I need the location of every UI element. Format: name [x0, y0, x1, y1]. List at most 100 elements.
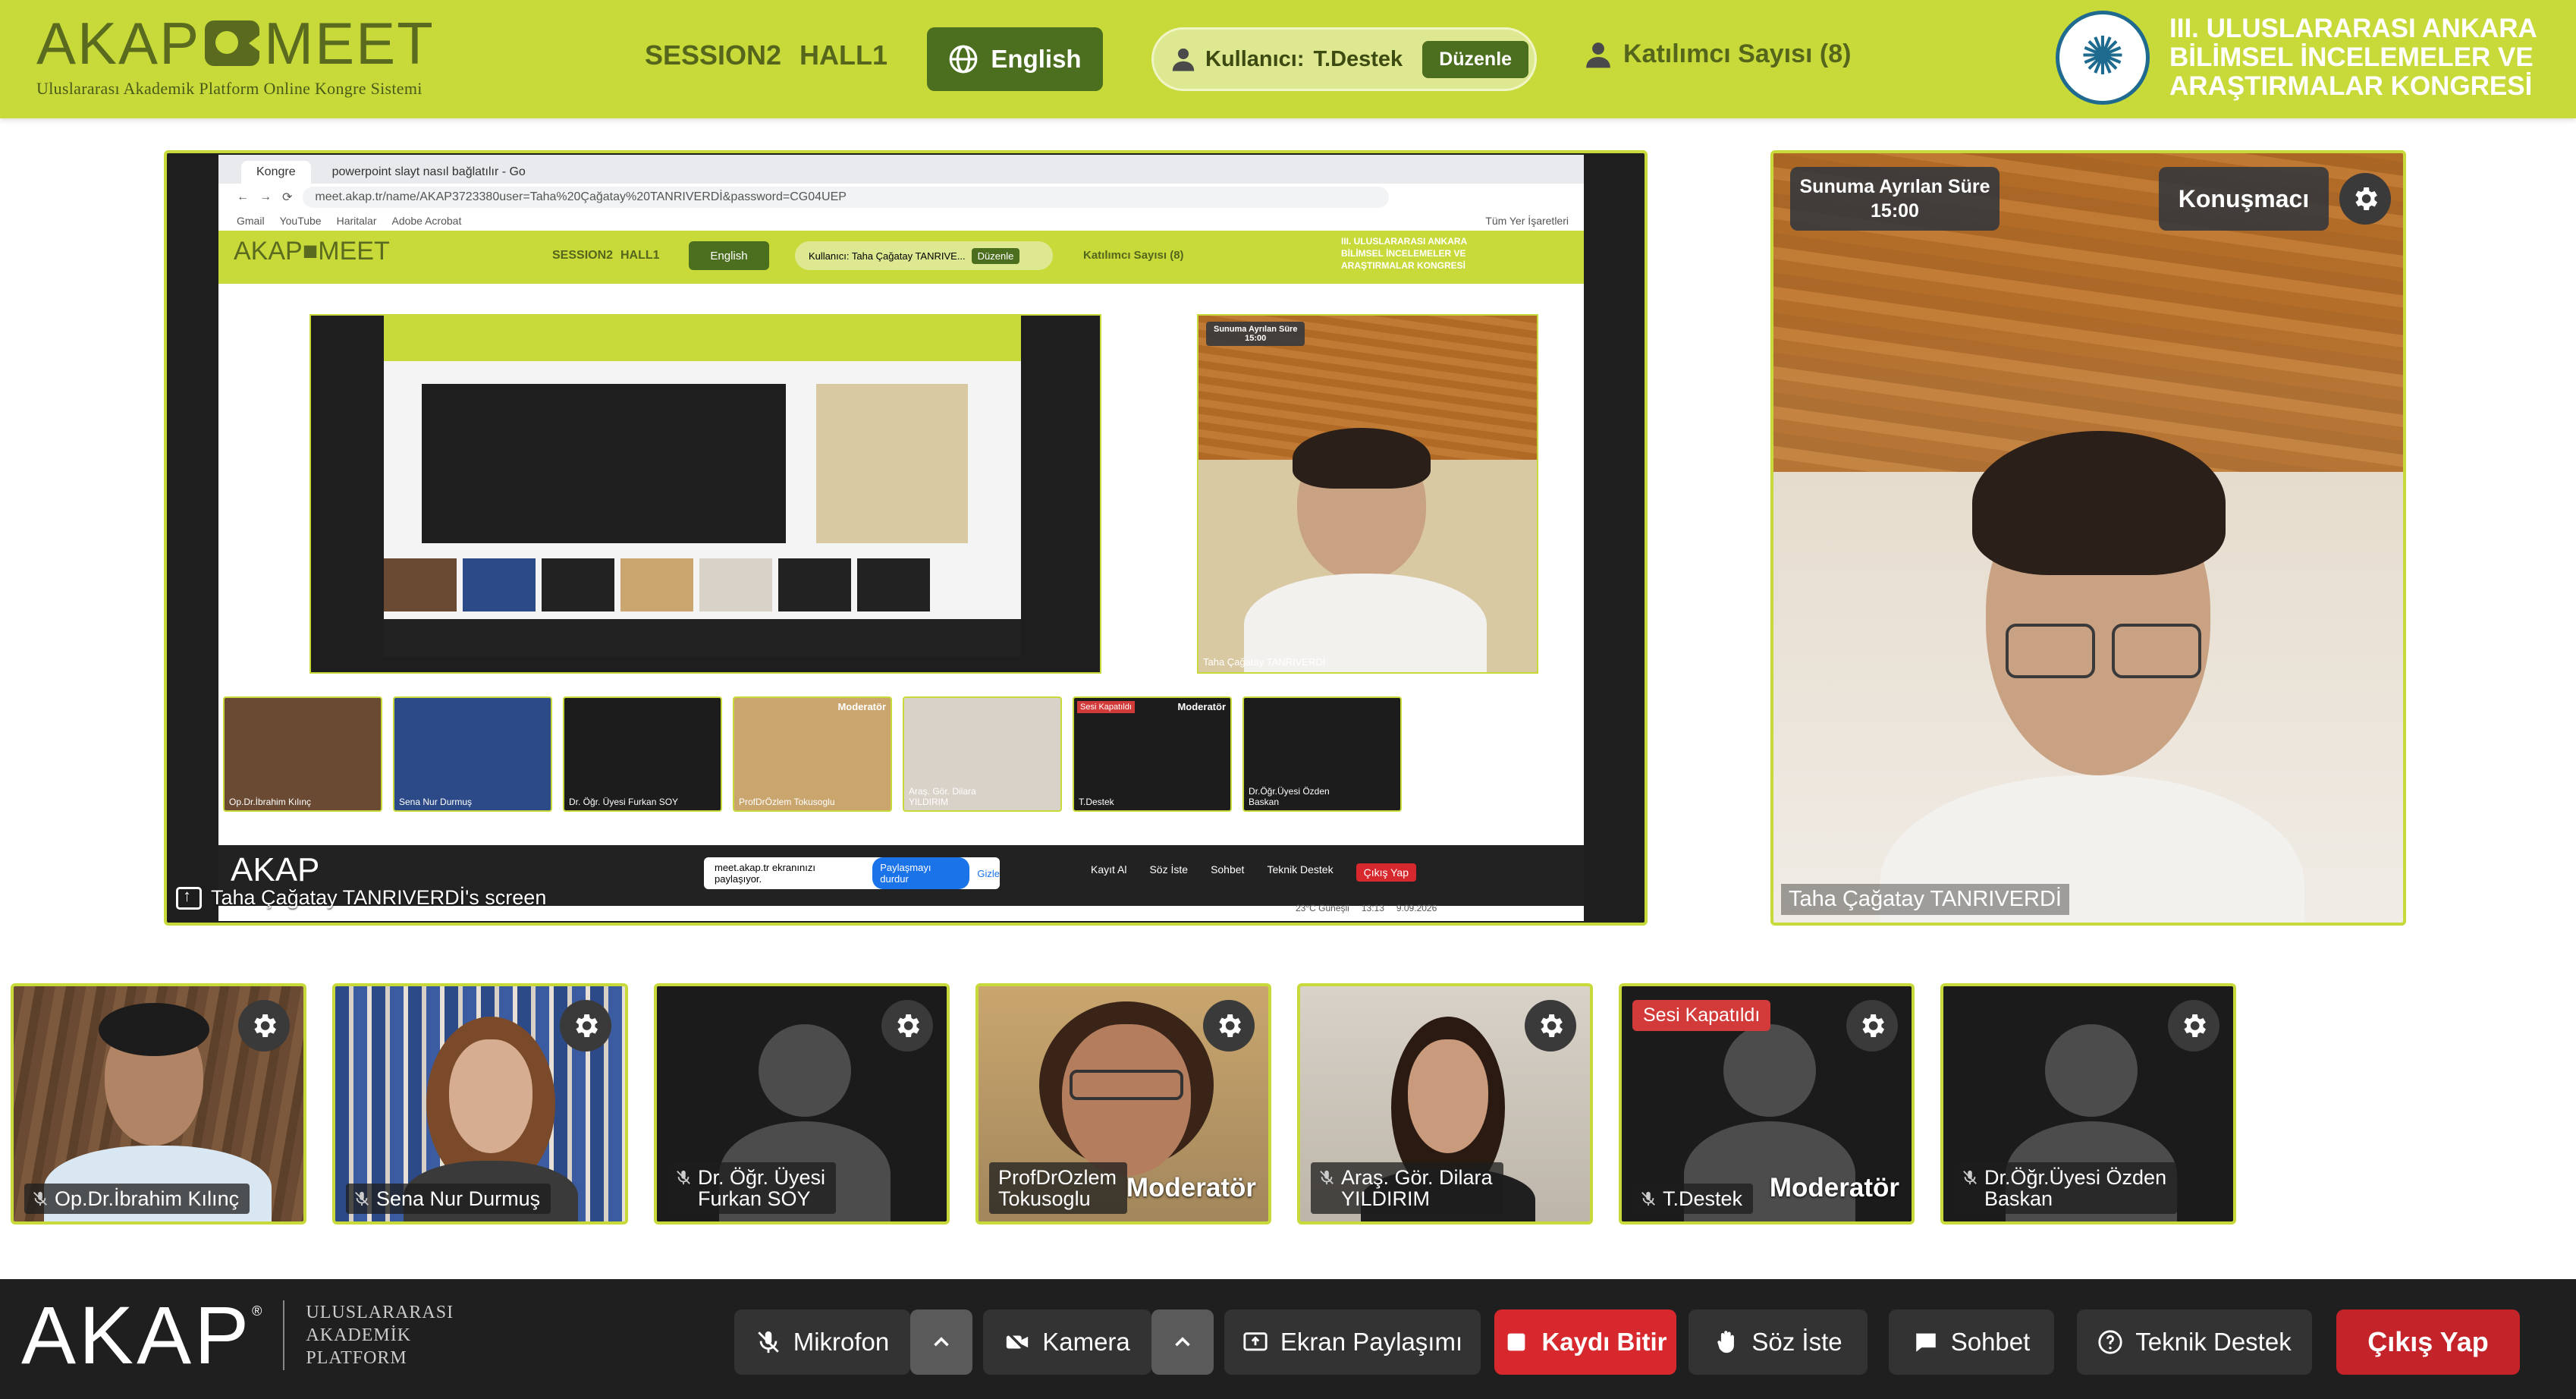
camera-label: Kamera: [1042, 1328, 1130, 1356]
gear-icon: [1219, 1014, 1241, 1037]
taskbar-tray: 23°C Güneşli 13:13 9.09.2026: [1296, 903, 1437, 913]
participant-name-tag: Araş. Gör. Dilara YILDIRIM: [1311, 1162, 1503, 1214]
participant-tile[interactable]: Op.Dr.İbrahim Kılınç: [11, 983, 306, 1225]
timer-value: 15:00: [1871, 200, 1919, 222]
chat-label: Sohbet: [1950, 1328, 2031, 1356]
participant-count[interactable]: Katılımcı Sayısı (8): [1584, 39, 1851, 69]
footer-logo-text: AKAP: [21, 1289, 253, 1381]
chevron-up-icon: [934, 1337, 949, 1347]
speaker-settings-button[interactable]: [2339, 173, 2391, 225]
microphone-button[interactable]: Mikrofon: [734, 1309, 910, 1375]
stop-recording-button[interactable]: Kaydı Bitir: [1494, 1309, 1676, 1375]
gear-icon: [576, 1014, 598, 1037]
participant-settings-button[interactable]: [1846, 1000, 1898, 1052]
participant-name: Op.Dr.İbrahim Kılınç: [55, 1187, 240, 1210]
participant-name-tag: T.Destek: [1632, 1184, 1754, 1214]
mini-participants: Katılımcı Sayısı (8): [1083, 249, 1184, 262]
footer-logo-line1: ULUSLARARASI: [306, 1303, 454, 1322]
language-button[interactable]: English: [927, 27, 1103, 91]
technical-support-label: Teknik Destek: [2135, 1328, 2292, 1356]
participant-settings-button[interactable]: [881, 1000, 933, 1052]
shared-screen-tile[interactable]: Kongre powerpoint slayt nasıl bağlatılır…: [164, 150, 1648, 926]
session-link[interactable]: SESSION2: [645, 39, 781, 71]
participant-name-tag: Dr.Öğr.Üyesi Özden Baskan: [1954, 1162, 2178, 1214]
screen-share-button[interactable]: Ekran Paylaşımı: [1224, 1309, 1481, 1375]
footer-logo-line2: AKADEMİK: [306, 1325, 412, 1345]
mini-thumbnails: Op.Dr.İbrahim Kılınç Sena Nur Durmuş Dr.…: [223, 696, 1402, 812]
participant-tile[interactable]: Dr. Öğr. Üyesi Furkan SOY: [654, 983, 950, 1225]
participant-name: Dr.Öğr.Üyesi Özden: [1984, 1166, 2167, 1189]
mini-speaker-name: Taha Çağatay TANRIVERDİ: [1203, 656, 1326, 668]
moderator-badge: Moderatör: [1769, 1173, 1899, 1203]
bookmarks-bar: Gmail YouTube Haritalar Adobe Acrobat Tü…: [218, 211, 1584, 231]
participant-name-tag: Dr. Öğr. Üyesi Furkan SOY: [668, 1162, 837, 1214]
timer-title: Sunuma Ayrılan Süre: [1799, 176, 1990, 197]
participant-settings-button[interactable]: [560, 1000, 611, 1052]
presentation-timer: Sunuma Ayrılan Süre 15:00: [1790, 167, 2000, 231]
speaker-video-tile[interactable]: Sunuma Ayrılan Süre 15:00 Konuşmacı Taha…: [1770, 150, 2406, 926]
participant-tile[interactable]: Araş. Gör. Dilara YILDIRIM: [1297, 983, 1593, 1225]
participant-name-tag: ProfDrOzlem Tokusoglu: [989, 1162, 1128, 1214]
avatar-placeholder-icon: [2045, 1024, 2138, 1117]
moderator-badge: Moderatör: [1126, 1173, 1256, 1203]
congress-line1: III. ULUSLARARASI ANKARA: [2169, 14, 2537, 43]
user-label: Kullanıcı:: [1205, 46, 1305, 71]
akapmeet-logo: AKAP MEET Uluslararası Akademik Platform…: [36, 14, 435, 99]
avatar-placeholder-icon: [759, 1024, 851, 1117]
participant-tile[interactable]: Dr.Öğr.Üyesi Özden Baskan: [1940, 983, 2236, 1225]
participant-name-line2: Furkan SOY: [698, 1187, 811, 1210]
hall-link[interactable]: HALL1: [800, 39, 887, 71]
camera-logo-icon: [205, 20, 262, 66]
microphone-off-icon: [1641, 1191, 1655, 1206]
participant-settings-button[interactable]: [1525, 1000, 1576, 1052]
microphone-off-icon: [355, 1191, 369, 1206]
participant-tile[interactable]: ProfDrOzlem Tokusoglu Moderatör: [975, 983, 1271, 1225]
bookmark: Adobe Acrobat: [391, 215, 462, 227]
registered-mark: ®: [252, 1303, 262, 1319]
speaker-role-badge: Konuşmacı: [2159, 167, 2329, 231]
back-icon: ←: [237, 190, 249, 203]
microphone-off-icon: [757, 1331, 779, 1353]
screen-share-icon: [176, 886, 202, 910]
microphone-options-button[interactable]: [910, 1309, 972, 1375]
muted-badge: Sesi Kapatıldı: [1632, 1000, 1771, 1031]
participant-settings-button[interactable]: [2168, 1000, 2219, 1052]
gear-icon: [897, 1014, 919, 1037]
chat-button[interactable]: Sohbet: [1889, 1309, 2054, 1375]
top-header: AKAP MEET Uluslararası Akademik Platform…: [0, 0, 2576, 118]
raise-hand-button[interactable]: Söz İste: [1689, 1309, 1868, 1375]
participant-name-line2: Tokusoglu: [998, 1187, 1091, 1210]
speaker-name: Taha Çağatay TANRIVERDİ: [1781, 884, 2069, 915]
shared-screen-label: Taha Çağatay TANRIVERDİ's screen: [176, 886, 546, 910]
shared-screen-owner: Taha Çağatay TANRIVERDİ's screen: [211, 886, 547, 909]
logo-subtitle: Uluslararası Akademik Platform Online Ko…: [36, 79, 423, 98]
technical-support-button[interactable]: Teknik Destek: [2077, 1309, 2312, 1375]
mini-body: Sunuma Ayrılan Süre 15:00 Taha Çağatay TA…: [218, 284, 1584, 921]
edit-button[interactable]: Düzenle: [1422, 40, 1529, 78]
user-icon: [1586, 42, 1610, 68]
raise-hand-label: Söz İste: [1751, 1328, 1842, 1356]
microphone-label: Mikrofon: [793, 1328, 890, 1356]
participant-name-tag: Op.Dr.İbrahim Kılınç: [24, 1184, 250, 1214]
participant-settings-button[interactable]: [238, 1000, 290, 1052]
user-icon: [1172, 48, 1195, 71]
logo-right: MEET: [264, 10, 435, 77]
chat-icon: [1915, 1333, 1936, 1352]
camera-button[interactable]: Kamera: [983, 1309, 1151, 1375]
footer-logo-line3: PLATFORM: [306, 1348, 407, 1368]
mini-language: English: [689, 241, 769, 270]
participant-name: T.Destek: [1663, 1187, 1743, 1210]
participant-settings-button[interactable]: [1203, 1000, 1255, 1052]
gear-icon: [254, 1014, 276, 1037]
participant-tile[interactable]: Sesi Kapatıldı T.Destek Moderatör: [1619, 983, 1915, 1225]
mini-shared-screen: [309, 314, 1101, 674]
gear-icon: [2355, 187, 2377, 210]
exit-button[interactable]: Çıkış Yap: [2336, 1309, 2520, 1375]
participant-count-label: Katılımcı Sayısı (8): [1623, 39, 1852, 68]
shared-browser-window: Kongre powerpoint slayt nasıl bağlatılır…: [218, 155, 1584, 921]
mini-speaker-tile: Sunuma Ayrılan Süre 15:00 Taha Çağatay TA…: [1197, 314, 1538, 674]
camera-options-button[interactable]: [1151, 1309, 1214, 1375]
bookmark: Haritalar: [336, 215, 377, 227]
participant-tile[interactable]: Sena Nur Durmuş: [332, 983, 628, 1225]
browser-tab: Kongre: [241, 161, 311, 184]
